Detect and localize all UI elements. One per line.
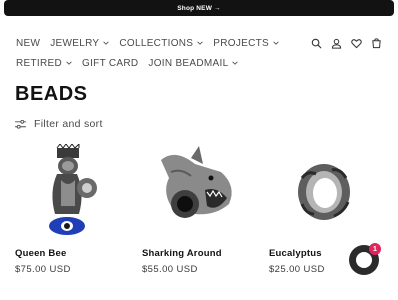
product-title[interactable]: Queen Bee (15, 248, 125, 259)
chevron-down-icon (232, 61, 239, 65)
chat-bubble-icon (356, 252, 372, 268)
nav-item-label: RETIRED (16, 57, 62, 69)
nav-item-jewelry[interactable]: JEWELRY (50, 37, 110, 49)
nav-item-collections[interactable]: COLLECTIONS (119, 38, 203, 49)
nav-item-gift-card[interactable]: GIFT CARD (82, 58, 138, 69)
account-icon[interactable] (326, 37, 346, 49)
nav-row-2: RETIRED GIFT CARD JOIN BEADMAIL (16, 56, 386, 70)
product-card[interactable]: Queen Bee $75.00 USD (15, 140, 125, 275)
cart-icon[interactable] (366, 37, 386, 49)
page-title: BEADS (15, 83, 88, 105)
chevron-down-icon (103, 41, 110, 45)
search-icon[interactable] (306, 37, 326, 49)
product-price: $75.00 USD (15, 264, 71, 275)
filter-sort-button[interactable]: Filter and sort (15, 118, 103, 130)
product-card[interactable]: Sharking Around $55.00 USD (142, 140, 252, 275)
announcement-bar[interactable]: Shop NEW → (4, 0, 394, 16)
nav-item-label: PROJECTS (213, 37, 270, 49)
announcement-link[interactable]: Shop NEW → (177, 5, 221, 12)
product-image-eucalyptus[interactable] (269, 140, 379, 242)
header-icons (306, 37, 386, 49)
product-title[interactable]: Sharking Around (142, 248, 252, 259)
chevron-down-icon (66, 61, 72, 65)
nav-item-label: JOIN BEADMAIL (148, 57, 229, 69)
chat-notification-badge: 1 (369, 243, 381, 255)
nav-item-label: GIFT CARD (82, 57, 139, 69)
nav-item-retired[interactable]: RETIRED (16, 58, 72, 69)
nav-item-projects[interactable]: PROJECTS (213, 38, 279, 49)
product-image-sharking-around[interactable] (142, 140, 252, 242)
nav-item-new[interactable]: NEW (16, 38, 40, 49)
nav-item-join-beadmail[interactable]: JOIN BEADMAIL (148, 57, 239, 69)
wishlist-heart-icon[interactable] (346, 37, 366, 49)
product-image-queen-bee[interactable] (15, 140, 125, 242)
chevron-down-icon (273, 41, 279, 45)
chevron-down-icon (197, 41, 203, 45)
filter-sort-label: Filter and sort (34, 118, 103, 130)
nav-item-label: JEWELRY (50, 37, 100, 49)
product-price: $55.00 USD (142, 264, 198, 275)
nav-item-label: NEW (16, 37, 41, 49)
nav-item-label: COLLECTIONS (119, 37, 194, 49)
sliders-icon (15, 119, 26, 129)
